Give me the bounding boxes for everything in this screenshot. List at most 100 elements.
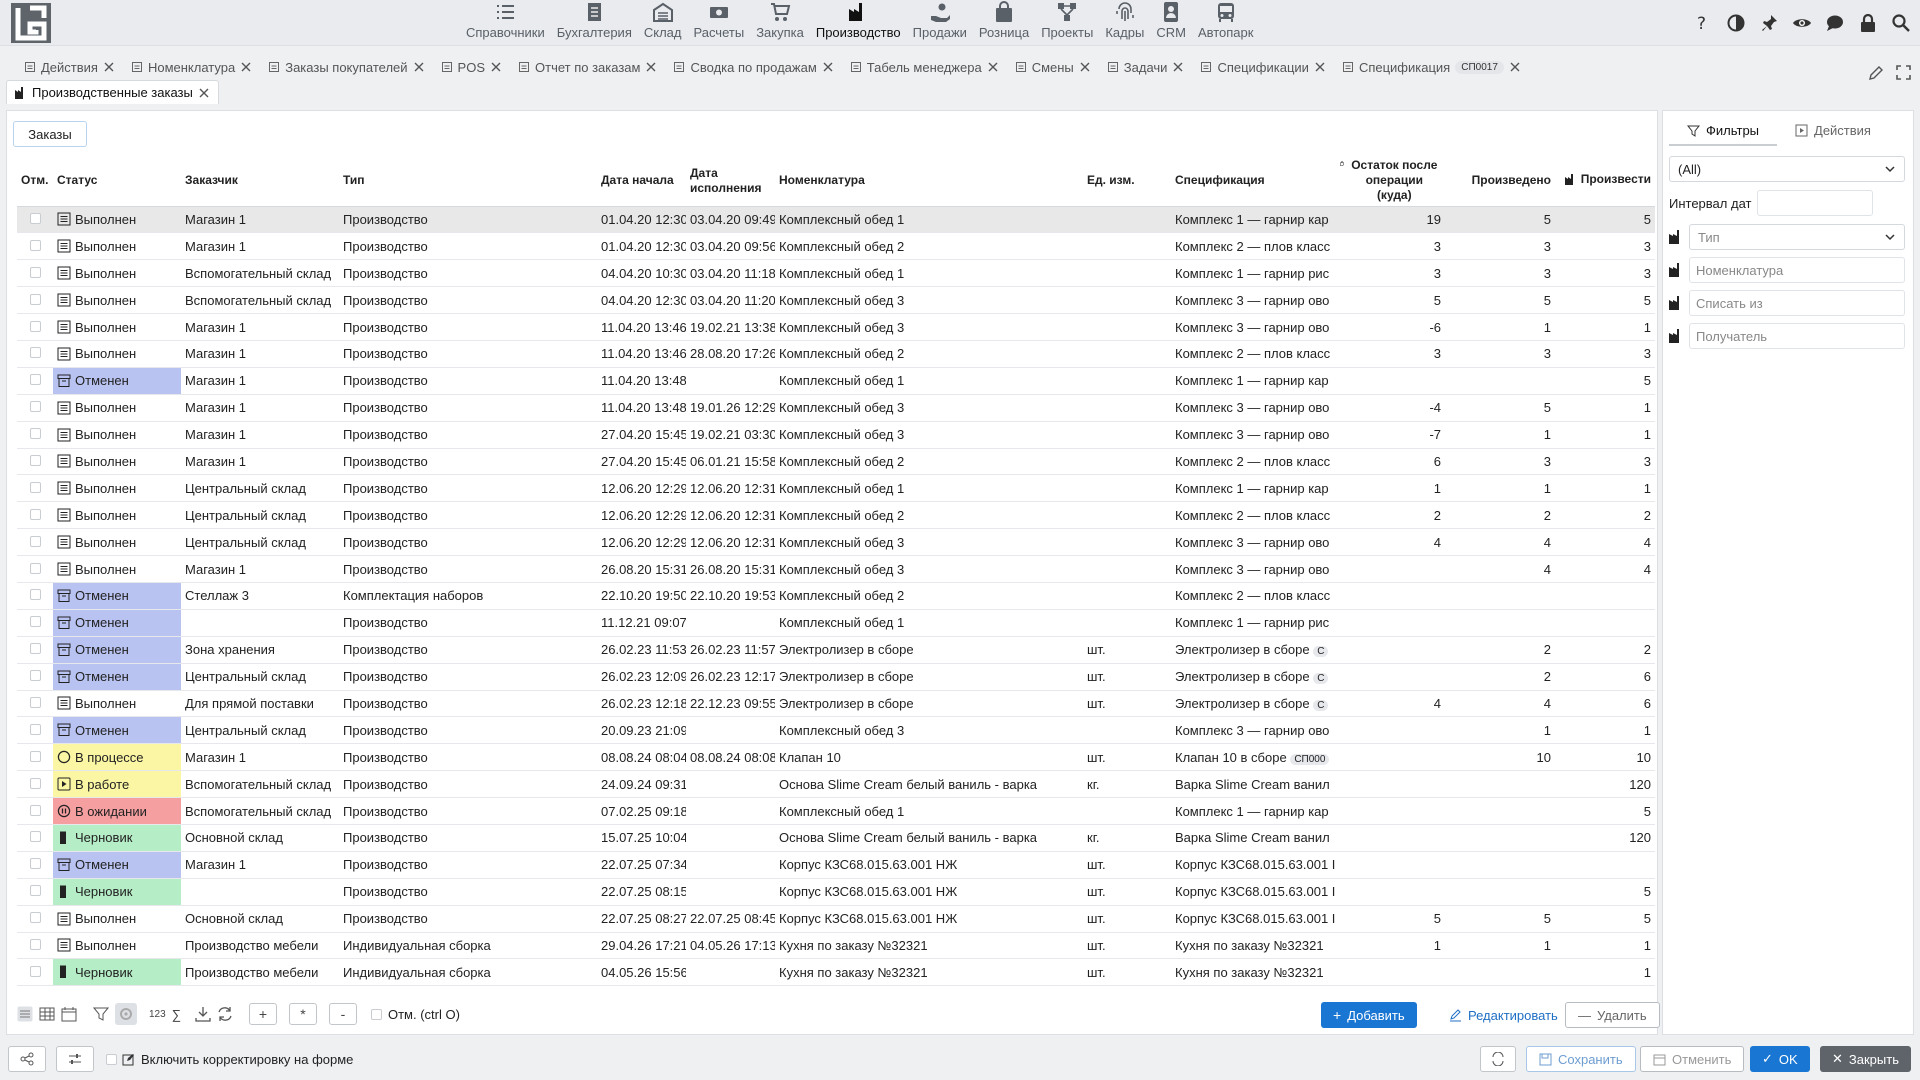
row-checkbox[interactable] — [29, 912, 41, 924]
row-checkbox[interactable] — [29, 374, 41, 386]
module-warehouse[interactable]: Склад — [638, 0, 688, 46]
col-to-produce[interactable]: Произвести — [1555, 156, 1655, 207]
type-select[interactable]: Тип — [1689, 224, 1905, 250]
row-checkbox[interactable] — [29, 804, 41, 816]
add-button[interactable]: + Добавить — [1321, 1002, 1417, 1028]
mark-cell[interactable] — [17, 232, 53, 261]
module-bag[interactable]: Розница — [973, 0, 1035, 46]
row-checkbox[interactable] — [29, 938, 41, 950]
tab-8[interactable]: Задачи — [1099, 55, 1193, 79]
table-row[interactable]: Выполнен Для прямой поставки Производство 2… — [17, 690, 1655, 718]
table-row[interactable]: Выполнен Центральный склад Производство 12.… — [17, 528, 1655, 557]
tab-filters[interactable]: Фильтры — [1669, 117, 1778, 146]
close-icon[interactable] — [198, 87, 210, 99]
edit-button[interactable]: Редактировать — [1437, 1002, 1570, 1028]
close-icon[interactable] — [987, 61, 999, 73]
mark-cell[interactable] — [17, 690, 53, 718]
row-checkbox[interactable] — [29, 535, 41, 547]
mark-checkbox[interactable] — [370, 1008, 382, 1020]
mark-cell[interactable] — [17, 932, 53, 960]
col-specification[interactable]: Спецификация — [1171, 156, 1335, 207]
mark-cell[interactable] — [17, 985, 53, 989]
mark-cell[interactable] — [17, 555, 53, 583]
close-icon[interactable] — [822, 61, 834, 73]
table-row[interactable]: Выполнен Магазин 1 Производство 26.08.20 15… — [17, 555, 1655, 583]
table-row[interactable]: Отменен Магазин 1 Производство 11.04.20 13:… — [17, 367, 1655, 395]
reload-button[interactable] — [1480, 1046, 1516, 1072]
table-row[interactable]: ВыполненПроизводство мебелиИндивидуальна… — [17, 985, 1655, 989]
mark-cell[interactable] — [17, 313, 53, 341]
table-row[interactable]: Выполнен Магазин 1 Производство 01.04.20 12… — [17, 206, 1655, 234]
table-row[interactable]: Выполнен Магазин 1 Производство 11.04.20 13… — [17, 340, 1655, 368]
tab-5[interactable]: Сводка по продажам — [665, 55, 841, 79]
mark-cell[interactable] — [17, 609, 53, 637]
table-row[interactable]: Отменен Стеллаж 3 Комплектация наборов 22.1… — [17, 582, 1655, 610]
mark-cell[interactable] — [17, 474, 53, 503]
col-nomenclature[interactable]: Номенклатура — [775, 156, 1083, 207]
mark-cell[interactable] — [17, 367, 53, 395]
date-interval-input[interactable] — [1757, 190, 1873, 216]
mark-cell[interactable] — [17, 824, 53, 852]
expand-star-button[interactable]: * — [288, 1003, 317, 1025]
module-list[interactable]: Справочники — [460, 0, 551, 46]
row-checkbox[interactable] — [29, 831, 41, 843]
col-status[interactable]: Статус — [53, 156, 181, 207]
nomenclature-filter-input[interactable]: Номенклатура — [1689, 257, 1905, 283]
row-checkbox[interactable] — [29, 266, 41, 278]
chat-icon[interactable] — [1823, 12, 1846, 35]
mark-cell[interactable] — [17, 851, 53, 879]
sum-icon[interactable]: ∑ — [172, 1007, 181, 1022]
close-icon[interactable] — [413, 61, 425, 73]
tab-1[interactable]: Номенклатура — [123, 55, 260, 79]
cancel-button[interactable]: Отменить — [1640, 1046, 1745, 1072]
tab-9[interactable]: Спецификации — [1192, 55, 1334, 79]
settings-icon[interactable] — [115, 1003, 137, 1025]
table-row[interactable]: ВыполненПроизводство мебелиИндивидуальна… — [17, 932, 1655, 960]
save-button[interactable]: Сохранить — [1526, 1046, 1636, 1072]
mark-cell[interactable] — [17, 797, 53, 825]
mark-cell[interactable] — [17, 448, 53, 476]
row-checkbox[interactable] — [29, 777, 41, 789]
table-row[interactable]: Выполнен Магазин 1 Производство 01.04.20 12… — [17, 232, 1655, 261]
tab-orders[interactable]: Заказы — [13, 121, 87, 147]
mark-cell[interactable] — [17, 582, 53, 610]
module-factory[interactable]: Производство — [810, 0, 907, 46]
mark-cell[interactable] — [17, 501, 53, 530]
row-checkbox[interactable] — [29, 428, 41, 440]
col-rest[interactable]: Остаток после операции (куда) — [1335, 156, 1445, 207]
table-row[interactable]: Выполнен Магазин 1 Производство 27.04.20 15… — [17, 421, 1655, 449]
contrast-icon[interactable] — [1724, 12, 1747, 35]
app-logo[interactable] — [10, 2, 52, 44]
table-row[interactable]: Черновик Производство 22.07.25 08:15 Корпус… — [17, 878, 1655, 906]
collapse-minus-button[interactable]: - — [328, 1003, 357, 1025]
row-checkbox[interactable] — [29, 885, 41, 897]
mark-cell[interactable] — [17, 663, 53, 691]
mark-cell[interactable] — [17, 286, 53, 315]
table-row[interactable]: Отменен Центральный склад Производство 26.0… — [17, 663, 1655, 691]
tab-7[interactable]: Смены — [1007, 55, 1099, 79]
ok-button[interactable]: ✓ OK — [1750, 1046, 1810, 1072]
row-checkbox[interactable] — [29, 320, 41, 332]
row-checkbox[interactable] — [29, 750, 41, 762]
form-settings-button[interactable] — [56, 1046, 94, 1072]
expand-icon[interactable] — [1895, 64, 1912, 81]
count-label[interactable]: 123 — [149, 1009, 166, 1020]
table-row[interactable]: Выполнен Центральный склад Производство 12.… — [17, 501, 1655, 530]
tab-3[interactable]: POS — [433, 55, 510, 79]
table-view-icon[interactable] — [39, 1006, 55, 1022]
mark-cell[interactable] — [17, 206, 53, 234]
col-unit[interactable]: Ед. изм. — [1083, 156, 1171, 207]
col-produced[interactable]: Произведено — [1445, 156, 1555, 207]
module-fingerprint[interactable]: Кадры — [1099, 0, 1150, 46]
download-icon[interactable] — [195, 1006, 211, 1022]
receiver-filter-input[interactable]: Получатель — [1689, 323, 1905, 349]
tab-4[interactable]: Отчет по заказам — [510, 55, 665, 79]
mark-cell[interactable] — [17, 394, 53, 422]
table-row[interactable]: Черновик Основной склад Производство 15.07.… — [17, 824, 1655, 852]
list-view-icon[interactable] — [17, 1006, 33, 1022]
table-row[interactable]: В процессе Магазин 1 Производство 08.08.24 … — [17, 743, 1655, 772]
row-checkbox[interactable] — [29, 696, 41, 708]
eye-icon[interactable] — [1790, 12, 1813, 35]
module-money[interactable]: Расчеты — [687, 0, 750, 46]
row-checkbox[interactable] — [29, 508, 41, 520]
